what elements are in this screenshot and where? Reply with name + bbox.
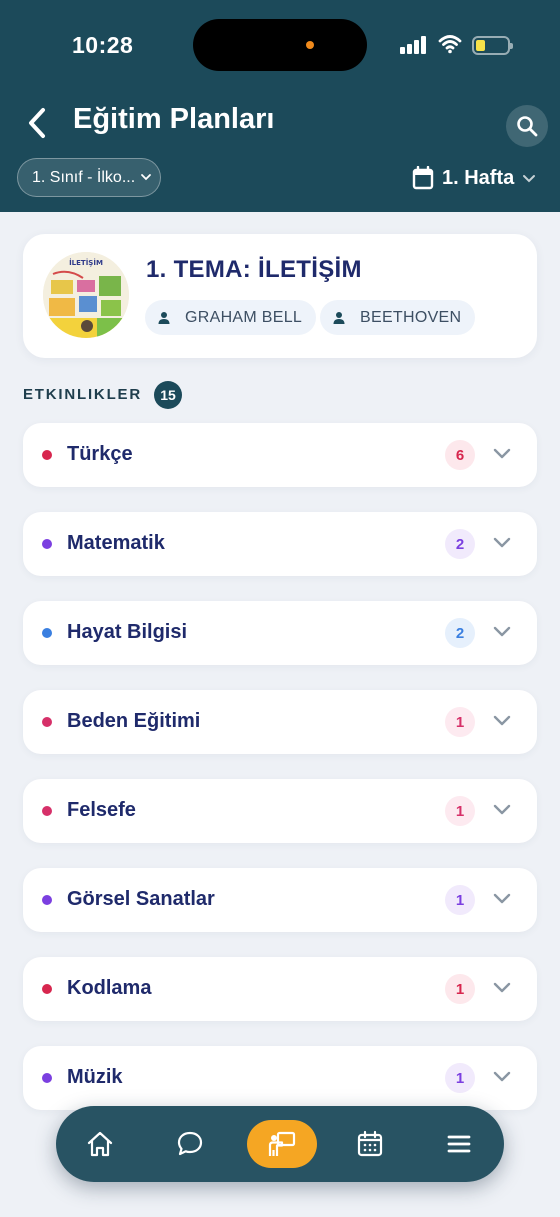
cellular-signal-icon [400, 36, 426, 54]
camera-indicator-icon [306, 41, 314, 49]
subject-name: Görsel Sanatlar [67, 888, 215, 910]
subject-count-badge: 2 [445, 529, 475, 559]
subject-name: Beden Eğitimi [67, 710, 201, 732]
back-button[interactable] [20, 104, 54, 142]
activities-section-label: ETKINLIKLER [23, 386, 142, 403]
subject-item-felsefe[interactable]: Felsefe 1 [23, 779, 537, 843]
subject-color-dot [42, 806, 52, 816]
app-header: 10:28 Eğitim Planları 1. Sınıf - İlko... [0, 0, 560, 212]
battery-icon [472, 36, 513, 55]
subject-count-badge: 2 [445, 618, 475, 648]
thumbnail-caption: İLETİŞİM [69, 258, 103, 267]
subject-count-badge: 1 [445, 885, 475, 915]
person-name: GRAHAM BELL [185, 308, 303, 326]
chevron-down-icon[interactable] [493, 625, 511, 639]
subject-name: Hayat Bilgisi [67, 621, 188, 643]
subject-name: Matematik [67, 532, 165, 554]
chevron-left-icon [29, 108, 45, 138]
subject-item-gorsel-sanatlar[interactable]: Görsel Sanatlar 1 [23, 868, 537, 932]
subject-item-kodlama[interactable]: Kodlama 1 [23, 957, 537, 1021]
subject-count-badge: 6 [445, 440, 475, 470]
dynamic-island [193, 19, 367, 71]
tab-messages[interactable] [165, 1119, 215, 1169]
person-icon [333, 311, 345, 324]
person-icon [158, 311, 170, 324]
subject-color-dot [42, 628, 52, 638]
chat-icon [177, 1131, 203, 1156]
subject-count-badge: 1 [445, 796, 475, 826]
calendar-icon [357, 1130, 383, 1157]
subject-color-dot [42, 895, 52, 905]
subject-item-matematik[interactable]: Matematik 2 [23, 512, 537, 576]
chevron-down-icon[interactable] [493, 714, 511, 728]
grade-filter-select[interactable]: 1. Sınıf - İlko... [17, 158, 161, 197]
subject-name: Kodlama [67, 977, 152, 999]
subject-name: Müzik [67, 1066, 123, 1088]
week-filter-select[interactable]: 1. Hafta [412, 164, 536, 192]
subject-count-badge: 1 [445, 707, 475, 737]
theme-thumbnail: İLETİŞİM [43, 252, 129, 338]
person-chip[interactable]: GRAHAM BELL [145, 300, 317, 335]
subject-count-badge: 1 [445, 1063, 475, 1093]
tab-menu[interactable] [434, 1119, 484, 1169]
search-icon [517, 116, 538, 137]
chevron-down-icon[interactable] [493, 892, 511, 906]
theme-card[interactable]: İLETİŞİM 1. TEMA: İLETİŞİM GRAHAM BELL B… [23, 234, 537, 358]
subject-item-hayat-bilgisi[interactable]: Hayat Bilgisi 2 [23, 601, 537, 665]
teacher-board-icon [268, 1131, 296, 1156]
subject-color-dot [42, 1073, 52, 1083]
subject-item-muzik[interactable]: Müzik 1 [23, 1046, 537, 1110]
page-title: Eğitim Planları [73, 103, 275, 135]
person-chip[interactable]: BEETHOVEN [320, 300, 476, 335]
chevron-down-icon[interactable] [493, 536, 511, 550]
subject-color-dot [42, 717, 52, 727]
chevron-down-icon [523, 175, 536, 183]
menu-icon [447, 1135, 471, 1153]
subject-color-dot [42, 450, 52, 460]
chevron-down-icon[interactable] [493, 447, 511, 461]
calendar-icon [412, 166, 434, 190]
activities-count-badge: 15 [154, 381, 182, 409]
grade-filter-label: 1. Sınıf - İlko... [32, 168, 136, 186]
search-button[interactable] [506, 105, 548, 147]
tab-plans[interactable] [247, 1120, 317, 1168]
subject-color-dot [42, 984, 52, 994]
chevron-down-icon[interactable] [493, 803, 511, 817]
person-name: BEETHOVEN [360, 308, 462, 326]
bottom-tab-bar [56, 1106, 504, 1182]
subject-item-turkce[interactable]: Türkçe 6 [23, 423, 537, 487]
wifi-icon [438, 35, 462, 54]
status-time: 10:28 [72, 32, 134, 58]
subject-name: Felsefe [67, 799, 136, 821]
chevron-down-icon [141, 174, 151, 181]
chevron-down-icon[interactable] [493, 981, 511, 995]
tab-calendar[interactable] [345, 1119, 395, 1169]
subject-count-badge: 1 [445, 974, 475, 1004]
tab-home[interactable] [75, 1119, 125, 1169]
week-filter-label: 1. Hafta [442, 166, 515, 189]
subject-color-dot [42, 539, 52, 549]
subject-name: Türkçe [67, 443, 133, 465]
home-icon [87, 1131, 113, 1157]
theme-title: 1. TEMA: İLETİŞİM [146, 256, 362, 283]
subject-item-beden-egitimi[interactable]: Beden Eğitimi 1 [23, 690, 537, 754]
chevron-down-icon[interactable] [493, 1070, 511, 1084]
